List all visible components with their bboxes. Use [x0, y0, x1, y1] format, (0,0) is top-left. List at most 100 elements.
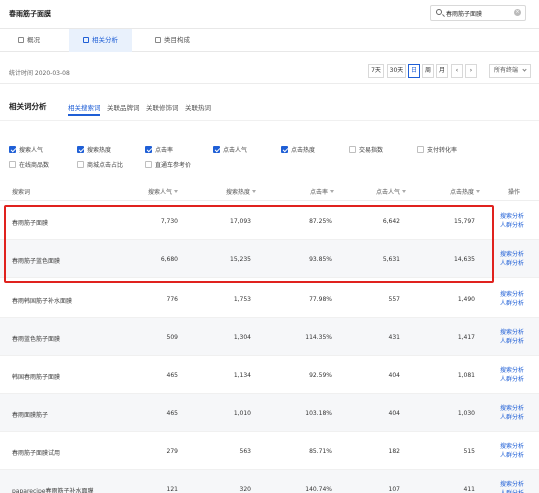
search-analysis-link[interactable]: 搜索分析	[500, 250, 524, 259]
sort-icon	[252, 190, 257, 193]
row-actions: 搜索分析人群分析	[500, 404, 524, 422]
channel-select[interactable]: 所有终端	[489, 64, 531, 78]
checkbox-icon	[9, 161, 16, 168]
click-pop-cell: 6,642	[382, 218, 400, 225]
metric-checkbox[interactable]: 搜索人气	[9, 145, 43, 154]
crowd-analysis-link[interactable]: 人群分析	[500, 413, 524, 422]
keyword-cell: 春雨韩国筋子补水面膜	[12, 298, 73, 305]
header-ctr[interactable]: 点击率	[310, 187, 335, 196]
metric-checkbox[interactable]: 支付转化率	[417, 145, 457, 154]
main-tabs: 概况 相关分析 类目构成	[0, 29, 539, 52]
sort-icon	[476, 190, 481, 193]
period-month[interactable]: 月	[436, 64, 448, 78]
metric-checkbox[interactable]: 点击人气	[213, 145, 247, 154]
subtab-brand[interactable]: 关联品牌词	[107, 102, 140, 112]
ctr-cell: 140.74%	[305, 486, 332, 493]
table-row: 春雨韩国筋子补水面膜 776 1,753 77.98% 557 1,490 搜索分析 人群分析	[0, 280, 539, 318]
crowd-analysis-link[interactable]: 人群分析	[500, 375, 524, 384]
checkbox-icon	[349, 146, 356, 153]
header-click-pop[interactable]: 点击人气	[376, 187, 407, 196]
search-heat-cell: 1,134	[233, 372, 251, 379]
tab-overview[interactable]: 概况	[18, 29, 40, 52]
keyword-cell: 春雨筋子面膜	[12, 220, 49, 227]
ctr-cell: 85.71%	[309, 448, 332, 455]
crowd-analysis-link[interactable]: 人群分析	[500, 221, 524, 230]
search-pop-cell: 465	[166, 372, 178, 379]
click-pop-cell: 182	[388, 448, 400, 455]
keyword-cell: 春雨面膜筋子	[12, 412, 49, 419]
row-actions: 搜索分析人群分析	[500, 290, 524, 308]
period-7d[interactable]: 7天	[368, 64, 384, 78]
checkbox-icon	[77, 146, 84, 153]
search-box[interactable]: ×	[430, 5, 526, 21]
keyword-cell: 春雨筋子面膜试用	[12, 450, 61, 457]
click-heat-cell: 515	[463, 448, 475, 455]
search-heat-cell: 563	[239, 448, 251, 455]
click-pop-cell: 404	[388, 410, 400, 417]
chevron-down-icon	[522, 67, 527, 72]
search-analysis-link[interactable]: 搜索分析	[500, 212, 524, 221]
period-week[interactable]: 周	[422, 64, 434, 78]
sort-icon	[402, 190, 407, 193]
prev-date-button[interactable]: ‹	[451, 64, 463, 78]
divider	[0, 120, 539, 121]
search-analysis-link[interactable]: 搜索分析	[500, 480, 524, 489]
row-actions: 搜索分析人群分析	[500, 366, 524, 384]
ctr-cell: 103.18%	[305, 410, 332, 417]
metric-checkbox[interactable]: 在线商品数	[9, 160, 49, 169]
checkbox-icon	[145, 146, 152, 153]
metric-checkbox[interactable]: 商城点击占比	[77, 160, 123, 169]
keyword-cell: 韩国春雨筋子面膜	[12, 374, 61, 381]
metric-checkbox[interactable]: 点击热度	[281, 145, 315, 154]
top-bar: 春雨筋子面膜 ×	[0, 0, 539, 29]
search-analysis-link[interactable]: 搜索分析	[500, 366, 524, 375]
table-header: 搜索词 搜索人气 搜索热度 点击率 点击人气 点击热度 操作	[0, 181, 539, 201]
subtab-modifier[interactable]: 关联修饰词	[146, 102, 179, 112]
search-input[interactable]	[446, 8, 512, 19]
search-heat-cell: 1,010	[233, 410, 251, 417]
header-click-heat[interactable]: 点击热度	[450, 187, 481, 196]
search-pop-cell: 776	[166, 296, 178, 303]
period-30d[interactable]: 30天	[387, 64, 406, 78]
checkbox-icon	[281, 146, 288, 153]
metric-checkbox[interactable]: 交易指数	[349, 145, 383, 154]
search-heat-cell: 1,304	[233, 334, 251, 341]
search-heat-cell: 15,235	[230, 256, 251, 263]
section-title: 相关词分析	[9, 102, 47, 111]
ctr-cell: 77.98%	[309, 296, 332, 303]
next-date-button[interactable]: ›	[465, 64, 477, 78]
search-pop-cell: 121	[166, 486, 178, 493]
crowd-analysis-link[interactable]: 人群分析	[500, 451, 524, 460]
metric-checkbox[interactable]: 直通车参考价	[145, 160, 191, 169]
period-day[interactable]: 日	[408, 64, 420, 78]
search-analysis-link[interactable]: 搜索分析	[500, 442, 524, 451]
header-search-pop[interactable]: 搜索人气	[148, 187, 179, 196]
table-row: paparecipe春雨筋子补水面膜 121 320 140.74% 107 411 搜索分…	[0, 470, 539, 493]
crowd-analysis-link[interactable]: 人群分析	[500, 337, 524, 346]
tab-related-analysis[interactable]: 相关分析	[69, 29, 132, 52]
search-analysis-link[interactable]: 搜索分析	[500, 328, 524, 337]
ctr-cell: 87.25%	[309, 218, 332, 225]
header-actions: 操作	[508, 189, 521, 196]
subtab-hot[interactable]: 关联热词	[185, 102, 211, 112]
click-heat-cell: 1,030	[457, 410, 475, 417]
keyword-cell: 春雨筋子蓝色面膜	[12, 258, 61, 265]
related-icon	[83, 37, 89, 43]
crowd-analysis-link[interactable]: 人群分析	[500, 489, 524, 493]
header-search-heat[interactable]: 搜索热度	[226, 187, 257, 196]
metric-checkbox[interactable]: 点击率	[145, 145, 173, 154]
crowd-analysis-link[interactable]: 人群分析	[500, 259, 524, 268]
row-actions: 搜索分析人群分析	[500, 480, 524, 493]
row-actions: 搜索分析人群分析	[500, 212, 524, 230]
checkbox-icon	[77, 161, 84, 168]
row-actions: 搜索分析人群分析	[500, 442, 524, 460]
tab-category[interactable]: 类目构成	[155, 29, 190, 52]
subtab-related-search[interactable]: 相关搜索词	[68, 102, 101, 112]
clear-icon[interactable]: ×	[514, 9, 521, 16]
checkbox-icon	[145, 161, 152, 168]
metric-checkbox[interactable]: 搜索热度	[77, 145, 111, 154]
crowd-analysis-link[interactable]: 人群分析	[500, 299, 524, 308]
table-row: 春雨筋子蓝色面膜 6,680 15,235 93.85% 5,631 14,635 搜索分析…	[0, 240, 539, 278]
search-analysis-link[interactable]: 搜索分析	[500, 290, 524, 299]
search-analysis-link[interactable]: 搜索分析	[500, 404, 524, 413]
